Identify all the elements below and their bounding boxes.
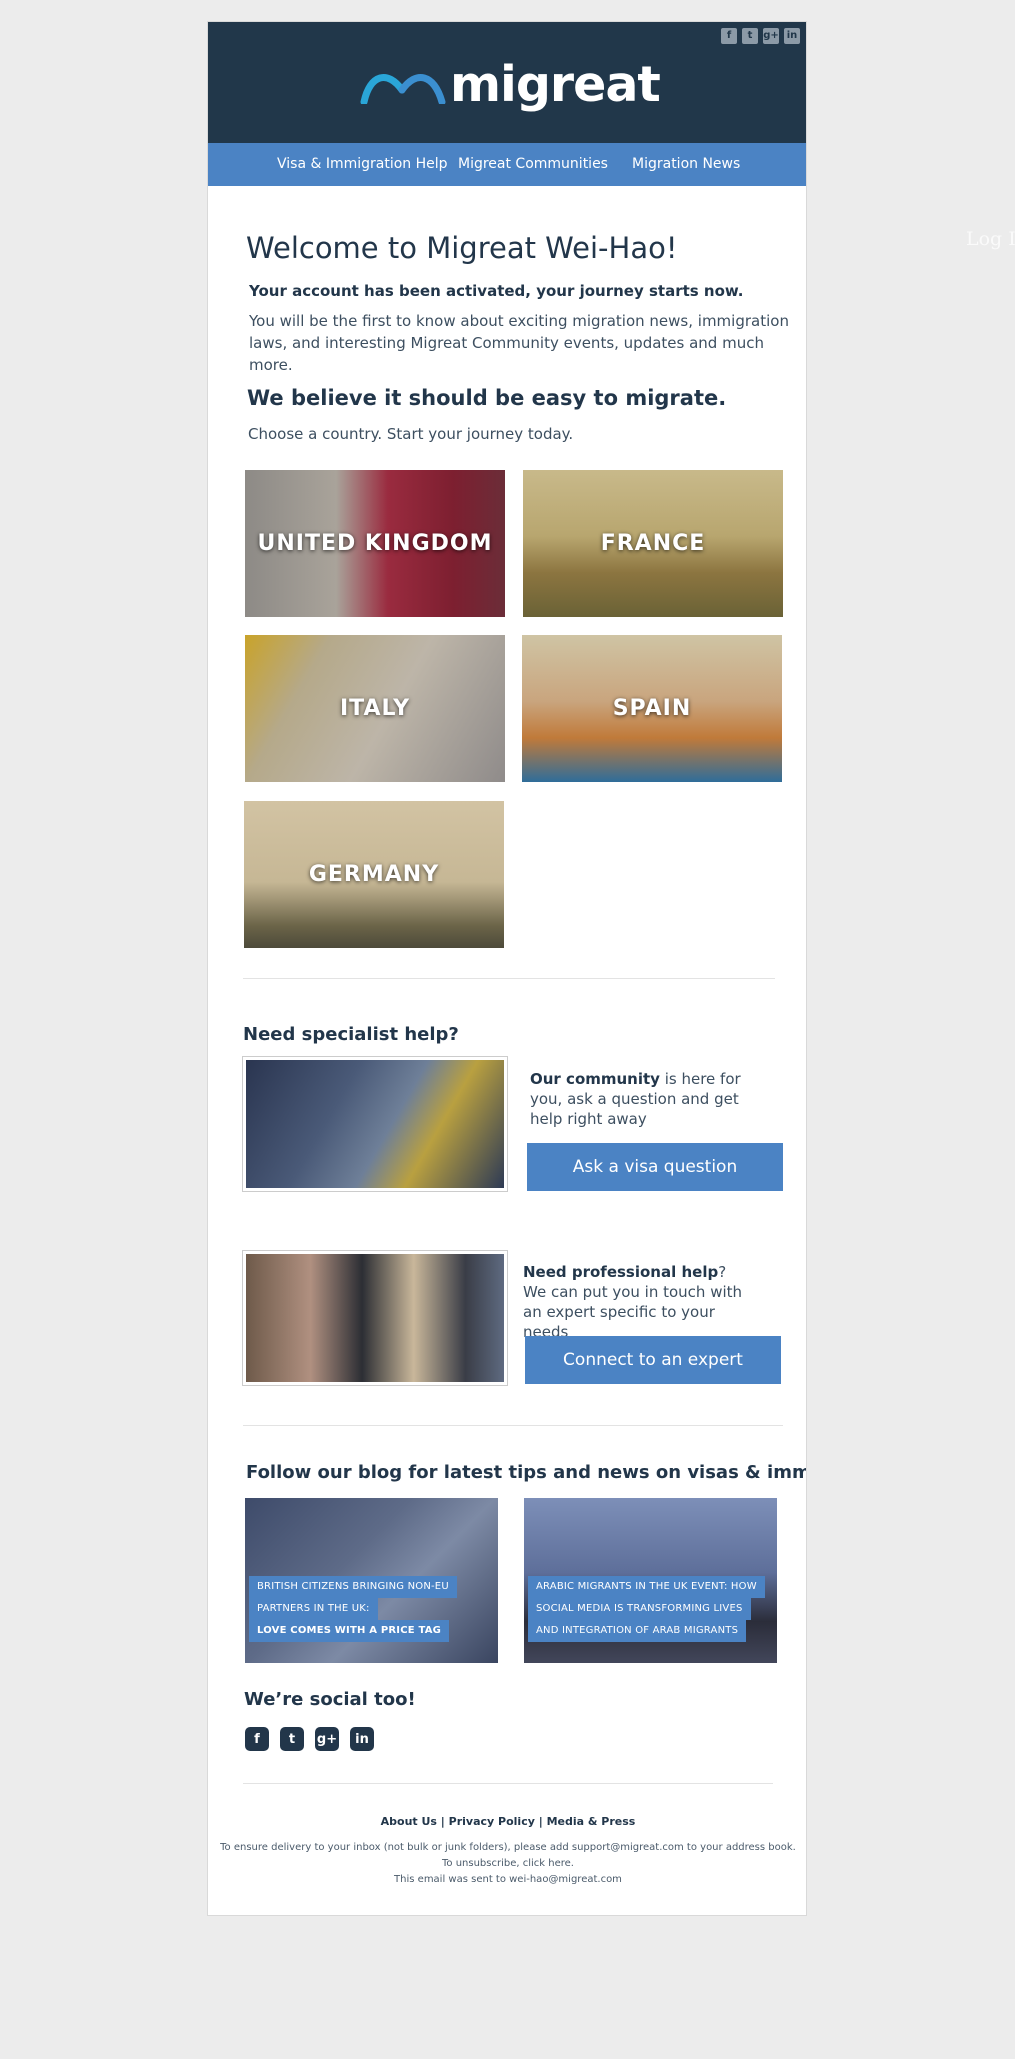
unsubscribe-notice: To unsubscribe, click here. [208,1858,806,1869]
divider [243,1425,783,1426]
blog-post-title: BRITISH CITIZENS BRINGING NON-EU PARTNER… [249,1576,457,1642]
community-photo [242,1056,508,1192]
blog-post-card[interactable]: ARABIC MIGRANTS IN THE UK EVENT: HOW SOC… [524,1498,777,1663]
migrate-heading: We believe it should be easy to migrate. [247,386,727,410]
blog-title-line: LOVE COMES WITH A PRICE TAG [249,1620,450,1642]
media-press-link[interactable]: Media & Press [547,1815,636,1828]
delivery-notice: To ensure delivery to your inbox (not bu… [220,1842,796,1853]
activation-message: Your account has been activated, your jo… [249,282,744,300]
privacy-policy-link[interactable]: Privacy Policy [449,1815,535,1828]
country-tile-italy[interactable]: ITALY [245,635,505,782]
email-card: f t g+ in migreat Visa & Immigration Hel… [207,21,807,1916]
footer-separator: | [436,1815,449,1828]
community-bold: Our community [530,1070,660,1088]
divider [243,1783,773,1784]
country-tile-germany[interactable]: GERMANY [244,801,504,948]
blog-title-line: PARTNERS IN THE UK: [249,1598,378,1620]
about-us-link[interactable]: About Us [381,1815,437,1828]
nav-migration-news[interactable]: Migration News [632,156,740,172]
country-label: UNITED KINGDOM [257,531,493,556]
divider [243,978,775,979]
unsubscribe-link[interactable]: click here [523,1858,571,1869]
social-icons: f t g+ in [245,1727,374,1751]
intro-paragraph: You will be the first to know about exci… [249,312,789,374]
connect-expert-button[interactable]: Connect to an expert [525,1336,781,1384]
google-plus-icon[interactable]: g+ [315,1727,339,1751]
footer-separator: | [534,1815,547,1828]
blog-title-line: SOCIAL MEDIA IS TRANSFORMING LIVES [528,1598,751,1620]
community-description: Our community is here for you, ask a que… [530,1069,760,1129]
blog-title-line: AND INTEGRATION OF ARAB MIGRANTS [528,1620,747,1642]
nav-visa-immigration-help[interactable]: Visa & Immigration Help [277,156,448,172]
country-label: SPAIN [612,696,692,721]
header-social-icons: f t g+ in [721,28,800,44]
professional-bold: Need professional help [523,1263,719,1281]
facebook-icon[interactable]: f [721,28,737,44]
login-link[interactable]: Log In [966,228,1015,250]
welcome-title: Welcome to Migreat Wei-Hao! [246,231,678,265]
migreat-logo[interactable]: migreat [360,56,661,113]
email-header: f t g+ in migreat [208,22,806,143]
choose-country-text: Choose a country. Start your journey tod… [248,425,574,443]
linkedin-icon[interactable]: in [350,1727,374,1751]
logo-wordmark: migreat [450,56,661,113]
country-tile-united-kingdom[interactable]: UNITED KINGDOM [245,470,505,617]
country-label: ITALY [339,696,411,721]
migreat-wave-icon [360,73,446,104]
blog-title-line: ARABIC MIGRANTS IN THE UK EVENT: HOW [528,1576,765,1598]
unsubscribe-prefix: To unsubscribe, [442,1858,523,1869]
social-heading: We’re social too! [244,1689,416,1710]
google-plus-icon[interactable]: g+ [763,28,779,44]
nav-migreat-communities[interactable]: Migreat Communities [458,156,608,172]
ask-visa-question-button[interactable]: Ask a visa question [527,1143,783,1191]
twitter-icon[interactable]: t [742,28,758,44]
experts-photo [242,1250,508,1386]
main-nav: Visa & Immigration Help Migreat Communit… [208,143,806,186]
blog-post-title: ARABIC MIGRANTS IN THE UK EVENT: HOW SOC… [528,1576,765,1642]
country-tile-france[interactable]: FRANCE [523,470,783,617]
specialist-help-heading: Need specialist help? [243,1024,459,1045]
facebook-icon[interactable]: f [245,1727,269,1751]
blog-title-line: BRITISH CITIZENS BRINGING NON-EU [249,1576,457,1598]
unsubscribe-suffix: . [570,1858,574,1869]
linkedin-icon[interactable]: in [784,28,800,44]
twitter-icon[interactable]: t [280,1727,304,1751]
blog-heading: Follow our blog for latest tips and news… [246,1462,806,1483]
country-label: GERMANY [308,862,440,887]
blog-post-card[interactable]: BRITISH CITIZENS BRINGING NON-EU PARTNER… [245,1498,498,1663]
footer-links: About Us | Privacy Policy | Media & Pres… [208,1815,806,1828]
country-label: FRANCE [600,531,706,556]
professional-description: Need professional help? We can put you i… [523,1262,753,1342]
sent-to-notice: This email was sent to wei-hao@migreat.c… [394,1874,622,1885]
country-tile-spain[interactable]: SPAIN [522,635,782,782]
